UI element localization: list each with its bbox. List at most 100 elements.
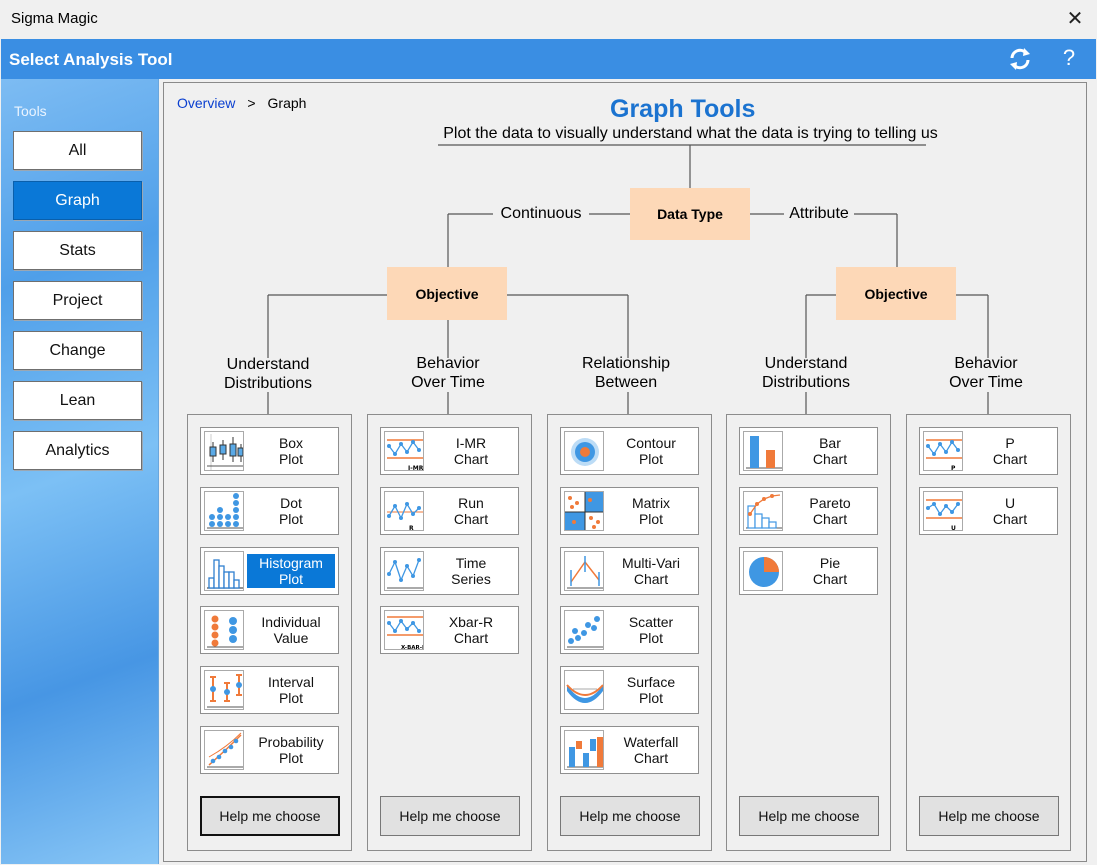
tool-run-chart[interactable]: R Run Chart	[380, 487, 519, 535]
tool-label: Surface Plot	[626, 674, 676, 706]
tool-scatter-plot[interactable]: Scatter Plot	[560, 606, 699, 654]
tool-probability-plot[interactable]: Probability Plot	[200, 726, 339, 774]
tool-label: Matrix Plot	[631, 495, 671, 527]
tool-label: Waterfall Chart	[623, 734, 679, 766]
tool-label: Pareto Chart	[809, 495, 851, 527]
probability-plot-icon	[204, 730, 244, 770]
matrix-plot-icon	[564, 491, 604, 531]
individual-value-icon	[204, 610, 244, 650]
help-me-choose-button[interactable]: Help me choose	[380, 796, 520, 836]
interval-plot-icon	[204, 670, 244, 710]
sidebar-item-all[interactable]: All	[13, 131, 142, 170]
tool-label: Time Series	[451, 555, 491, 587]
tool-label: Run Chart	[453, 495, 489, 527]
pareto-chart-icon	[743, 491, 783, 531]
time-series-icon	[384, 551, 424, 591]
header-bar: Select Analysis Tool ?	[1, 39, 1096, 79]
sidebar-item-graph[interactable]: Graph	[13, 181, 142, 220]
tool-bar-chart[interactable]: Bar Chart	[739, 427, 878, 475]
tool-panel-relationship: Contour Plot Matrix Plot Multi-Vari Char…	[547, 414, 712, 851]
tool-panel-continuous-behavior: I-MR I-MR Chart R Run Chart Time Series	[367, 414, 532, 851]
svg-text:X-BAR-R: X-BAR-R	[401, 645, 424, 650]
window-titlebar: Sigma Magic ✕	[0, 0, 1097, 39]
multi-vari-chart-icon	[564, 551, 604, 591]
breadcrumb-overview-link[interactable]: Overview	[177, 95, 235, 111]
category-label-attribute-behavior: Behavior Over Time	[949, 355, 1023, 391]
tool-matrix-plot[interactable]: Matrix Plot	[560, 487, 699, 535]
dot-plot-icon	[204, 491, 244, 531]
objective-node-attribute: Objective	[836, 267, 956, 320]
page-title: Graph Tools	[610, 95, 756, 123]
tool-histogram[interactable]: Histogram Plot	[200, 547, 339, 595]
tool-pareto-chart[interactable]: Pareto Chart	[739, 487, 878, 535]
tool-imr-chart[interactable]: I-MR I-MR Chart	[380, 427, 519, 475]
surface-plot-icon	[564, 670, 604, 710]
tool-label: Dot Plot	[278, 495, 304, 527]
histogram-icon	[204, 551, 244, 591]
tool-p-chart[interactable]: P P Chart	[919, 427, 1058, 475]
page-subtitle: Plot the data to visually understand wha…	[443, 125, 938, 142]
tool-label: Pie Chart	[812, 555, 848, 587]
pie-chart-icon	[743, 551, 783, 591]
breadcrumb-current: Graph	[267, 95, 307, 111]
breadcrumb-separator: >	[247, 95, 256, 111]
scatter-plot-icon	[564, 610, 604, 650]
category-label-continuous-behavior: Behavior Over Time	[411, 355, 485, 391]
tool-label: Probability Plot	[258, 734, 324, 766]
sidebar-item-change[interactable]: Change	[13, 331, 142, 370]
branch-continuous: Continuous	[493, 205, 589, 223]
svg-text:I-MR: I-MR	[408, 465, 424, 471]
category-label-continuous-distributions: Understand Distributions	[223, 356, 313, 392]
xbar-r-chart-icon: X-BAR-R	[384, 610, 424, 650]
breadcrumb: Overview > Graph	[177, 95, 306, 111]
tool-label: Individual Value	[261, 614, 321, 646]
sidebar-item-analytics[interactable]: Analytics	[13, 431, 142, 470]
tool-dot-plot[interactable]: Dot Plot	[200, 487, 339, 535]
tool-label: U Chart	[992, 495, 1028, 527]
tool-label: Histogram Plot	[247, 554, 335, 588]
bar-chart-icon	[743, 431, 783, 471]
tool-contour-plot[interactable]: Contour Plot	[560, 427, 699, 475]
tool-panel-attribute-distributions: Bar Chart Pareto Chart Pie Chart Help me…	[726, 414, 891, 851]
sidebar-item-project[interactable]: Project	[13, 281, 142, 320]
svg-text:U: U	[951, 525, 956, 531]
tool-box-plot[interactable]: Box Plot	[200, 427, 339, 475]
run-chart-icon: R	[384, 491, 424, 531]
sidebar-label: Tools	[14, 103, 47, 119]
tool-panel-continuous-distributions: Box Plot Dot Plot Histogram Plot Individ…	[187, 414, 352, 851]
tool-individual-value[interactable]: Individual Value	[200, 606, 339, 654]
close-icon[interactable]: ✕	[1060, 4, 1090, 34]
tool-waterfall-chart[interactable]: Waterfall Chart	[560, 726, 699, 774]
help-icon[interactable]: ?	[1057, 43, 1081, 73]
tool-label: Xbar-R Chart	[448, 614, 494, 646]
tool-label: P Chart	[992, 435, 1028, 467]
refresh-icon[interactable]	[1004, 45, 1036, 73]
svg-text:R: R	[409, 525, 414, 531]
p-chart-icon: P	[923, 431, 963, 471]
tool-multi-vari-chart[interactable]: Multi-Vari Chart	[560, 547, 699, 595]
box-plot-icon	[204, 431, 244, 471]
objective-node-continuous: Objective	[387, 267, 507, 320]
help-me-choose-button[interactable]: Help me choose	[739, 796, 879, 836]
tool-label: Multi-Vari Chart	[621, 555, 681, 587]
tool-xbar-r-chart[interactable]: X-BAR-R Xbar-R Chart	[380, 606, 519, 654]
sidebar-item-lean[interactable]: Lean	[13, 381, 142, 420]
tool-u-chart[interactable]: U U Chart	[919, 487, 1058, 535]
tool-surface-plot[interactable]: Surface Plot	[560, 666, 699, 714]
help-me-choose-button[interactable]: Help me choose	[560, 796, 700, 836]
tool-label: Bar Chart	[812, 435, 848, 467]
branch-attribute: Attribute	[784, 205, 854, 223]
help-me-choose-button[interactable]: Help me choose	[919, 796, 1059, 836]
tool-interval-plot[interactable]: Interval Plot	[200, 666, 339, 714]
svg-text:P: P	[951, 465, 956, 471]
help-me-choose-button[interactable]: Help me choose	[200, 796, 340, 836]
sidebar-item-stats[interactable]: Stats	[13, 231, 142, 270]
tool-label: I-MR Chart	[453, 435, 489, 467]
category-label-relationship: Relationship Between	[581, 355, 671, 391]
data-type-node: Data Type	[630, 188, 750, 240]
tool-pie-chart[interactable]: Pie Chart	[739, 547, 878, 595]
tool-time-series[interactable]: Time Series	[380, 547, 519, 595]
tool-label: Interval Plot	[268, 674, 314, 706]
category-label-attribute-distributions: Understand Distributions	[761, 355, 851, 391]
imr-chart-icon: I-MR	[384, 431, 424, 471]
